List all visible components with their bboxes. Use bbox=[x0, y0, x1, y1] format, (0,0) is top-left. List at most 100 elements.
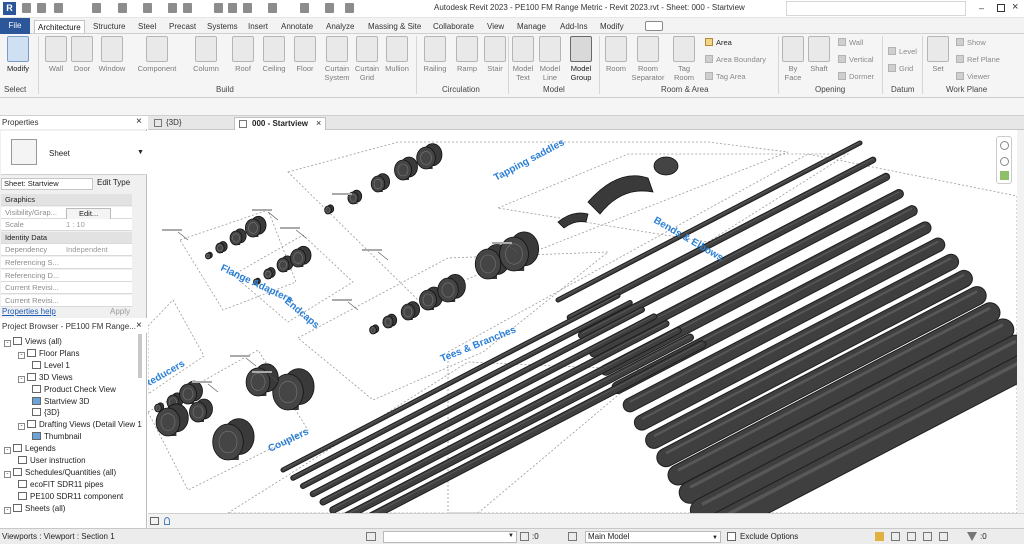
drag-elements-icon[interactable] bbox=[939, 532, 948, 541]
design-options-icon[interactable] bbox=[568, 532, 577, 541]
search-box[interactable] bbox=[786, 1, 966, 16]
apply-button[interactable]: Apply bbox=[110, 307, 130, 316]
model-text-button[interactable]: Model Text bbox=[511, 36, 535, 82]
close-hidden-icon[interactable] bbox=[325, 3, 334, 13]
tag-icon[interactable] bbox=[214, 3, 223, 13]
browser-item[interactable]: ecoFIT SDR11 pipes bbox=[18, 479, 104, 490]
thin-lines-icon[interactable] bbox=[300, 3, 309, 13]
model-group-button[interactable]: Model Group bbox=[566, 36, 596, 82]
collapse-toggle-icon[interactable]: - bbox=[18, 375, 25, 383]
ramp-button[interactable]: Ramp bbox=[454, 36, 480, 73]
redo-icon[interactable] bbox=[118, 3, 127, 13]
tab-3d-view[interactable]: {3D} bbox=[154, 117, 234, 130]
collapse-toggle-icon[interactable]: - bbox=[18, 423, 25, 431]
editable-only-icon[interactable] bbox=[520, 532, 529, 541]
browser-scrollbar[interactable] bbox=[138, 334, 142, 378]
tab-manage[interactable]: Manage bbox=[517, 20, 546, 33]
shaft-button[interactable]: Shaft bbox=[807, 36, 831, 73]
undo-icon[interactable] bbox=[92, 3, 101, 13]
room-separator-button[interactable]: Room Separator bbox=[630, 36, 666, 82]
revit-logo-icon[interactable]: R bbox=[3, 2, 16, 15]
sync-icon[interactable] bbox=[54, 3, 63, 13]
minimize-icon[interactable]: – bbox=[979, 4, 989, 14]
area-button[interactable]: Area bbox=[705, 37, 732, 48]
measure-icon[interactable] bbox=[168, 3, 177, 13]
ceiling-button[interactable]: Ceiling bbox=[260, 36, 288, 73]
show-button[interactable]: Show bbox=[956, 37, 986, 48]
collapse-toggle-icon[interactable]: - bbox=[4, 506, 11, 514]
browser-item[interactable]: User instruction bbox=[18, 455, 86, 466]
steering-wheel-icon[interactable] bbox=[1000, 141, 1009, 150]
text-icon[interactable] bbox=[228, 3, 237, 13]
browser-item[interactable]: Product Check View bbox=[32, 384, 116, 395]
browser-item[interactable]: {3D} bbox=[32, 407, 60, 418]
workset-icon[interactable] bbox=[366, 532, 376, 541]
column-button[interactable]: Column bbox=[190, 36, 222, 73]
property-row[interactable]: Dependency Independent bbox=[1, 244, 132, 257]
model-dropdown[interactable]: Main Model ▼ bbox=[585, 531, 721, 543]
edit-button[interactable]: Edit... bbox=[66, 207, 112, 220]
tag-area-button[interactable]: Tag Area bbox=[705, 71, 746, 82]
level-button[interactable]: Level bbox=[888, 46, 917, 57]
zoom-icon[interactable] bbox=[1000, 157, 1009, 166]
property-group[interactable]: Identity Data bbox=[1, 231, 132, 244]
tab-view[interactable]: View bbox=[487, 20, 504, 33]
pin-icon[interactable] bbox=[164, 517, 170, 525]
workset-dropdown[interactable]: ▼ bbox=[383, 531, 517, 543]
floor-button[interactable]: Floor bbox=[292, 36, 318, 73]
print-icon[interactable] bbox=[143, 3, 152, 13]
close-icon[interactable]: × bbox=[1012, 1, 1018, 13]
collapse-toggle-icon[interactable]: - bbox=[4, 470, 11, 478]
property-group[interactable]: Graphics bbox=[1, 194, 132, 206]
door-button[interactable]: Door bbox=[70, 36, 94, 73]
switch-windows-icon[interactable] bbox=[345, 3, 354, 13]
tab-startview[interactable]: 000 - Startview × bbox=[234, 117, 326, 131]
browser-item[interactable]: - Drafting Views (Detail View 1 bbox=[18, 419, 142, 431]
save-icon[interactable] bbox=[37, 3, 46, 13]
browser-item[interactable]: Startview 3D bbox=[32, 396, 89, 407]
curtain-grid-button[interactable]: Curtain Grid bbox=[352, 36, 382, 82]
tab-add-ins[interactable]: Add-Ins bbox=[560, 20, 588, 33]
select-by-face-icon[interactable] bbox=[923, 532, 932, 541]
railing-button[interactable]: Railing bbox=[420, 36, 450, 73]
room-button[interactable]: Room bbox=[602, 36, 630, 73]
select-underlay-icon[interactable] bbox=[891, 532, 900, 541]
tab-modify[interactable]: Modify bbox=[600, 20, 624, 33]
filter-icon[interactable] bbox=[967, 532, 977, 541]
browser-item[interactable]: - Floor Plans bbox=[18, 348, 79, 359]
properties-help-link[interactable]: Properties help bbox=[2, 307, 56, 316]
browser-item[interactable]: - Schedules/Quantities (all) bbox=[4, 467, 116, 478]
tab-massing-site[interactable]: Massing & Site bbox=[368, 20, 421, 33]
maximize-icon[interactable] bbox=[997, 4, 1005, 12]
tag-room-button[interactable]: Tag Room bbox=[670, 36, 698, 82]
tab-analyze[interactable]: Analyze bbox=[326, 20, 354, 33]
property-row[interactable]: Referencing D... bbox=[1, 269, 132, 282]
vertical-scrollbar[interactable] bbox=[1017, 130, 1024, 513]
section-icon[interactable] bbox=[268, 3, 277, 13]
select-pinned-icon[interactable] bbox=[907, 532, 916, 541]
by-face-button[interactable]: By Face bbox=[781, 36, 805, 82]
area-boundary-button[interactable]: Area Boundary bbox=[705, 54, 766, 65]
close-icon[interactable]: × bbox=[136, 320, 142, 331]
close-icon[interactable]: × bbox=[136, 116, 142, 127]
opening-wall-button[interactable]: Wall bbox=[838, 37, 863, 48]
select-dropdown[interactable]: Select bbox=[4, 85, 26, 94]
pan-icon[interactable] bbox=[1000, 171, 1009, 180]
tab-steel[interactable]: Steel bbox=[138, 20, 156, 33]
tab-precast[interactable]: Precast bbox=[169, 20, 196, 33]
curtain-system-button[interactable]: Curtain System bbox=[322, 36, 352, 82]
property-row[interactable]: Referencing S... bbox=[1, 257, 132, 269]
drawing-canvas[interactable]: Tapping saddles Flange Adapters Endcaps Ben… bbox=[148, 130, 1017, 513]
tab-architecture[interactable]: Architecture bbox=[34, 20, 85, 33]
dimension-icon[interactable] bbox=[183, 3, 192, 13]
viewer-button[interactable]: Viewer bbox=[956, 71, 990, 82]
3d-view-icon[interactable] bbox=[243, 3, 252, 13]
tab-systems[interactable]: Systems bbox=[207, 20, 238, 33]
property-row[interactable]: Visibility/Grap... Edit... bbox=[1, 206, 132, 220]
mullion-button[interactable]: Mullion bbox=[382, 36, 412, 73]
tab-collaborate[interactable]: Collaborate bbox=[433, 20, 474, 33]
window-button[interactable]: Window bbox=[96, 36, 128, 73]
roof-button[interactable]: Roof bbox=[230, 36, 256, 73]
browser-item[interactable]: - 3D Views bbox=[18, 372, 73, 383]
model-line-button[interactable]: Model Line bbox=[537, 36, 563, 82]
